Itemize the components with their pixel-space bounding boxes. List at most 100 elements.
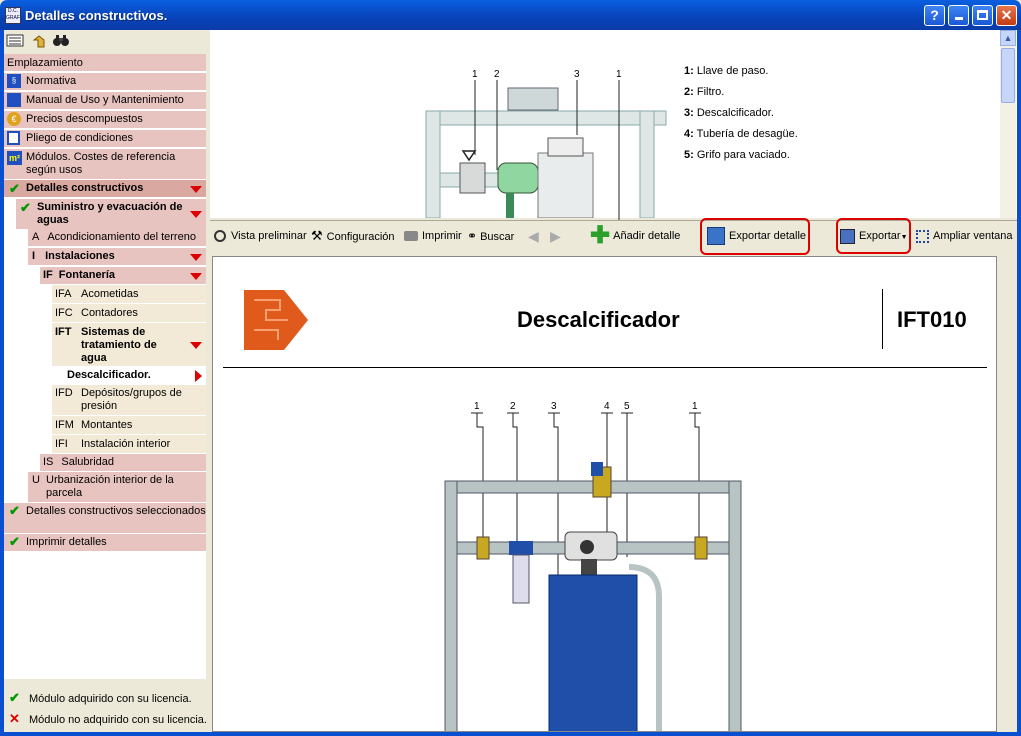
check-icon: ✔ — [9, 690, 20, 705]
tree-label: Salubridad — [61, 456, 114, 468]
tree-item-modulos[interactable]: Módulos. Costes de referencia según usos — [4, 149, 206, 179]
expand-icon — [916, 229, 929, 243]
preview-label: Vista preliminar — [231, 230, 307, 242]
check-icon: ✔ — [9, 503, 20, 518]
search-label: Buscar — [480, 231, 515, 243]
tree-item-emplazamiento[interactable]: Emplazamiento — [4, 54, 206, 71]
tree-item-precios[interactable]: Precios descompuestos — [4, 111, 206, 128]
settings-label: Configuración — [326, 231, 395, 243]
tree-code: A — [32, 231, 40, 243]
tree-item-instalaciones[interactable]: I Instalaciones — [28, 248, 206, 265]
thumb-callout: 1 — [472, 69, 478, 80]
tree-label: Emplazamiento — [7, 57, 83, 69]
window-frame-right — [1017, 30, 1021, 736]
window-title: Detalles constructivos. — [25, 8, 168, 23]
tree-item-ifd[interactable]: IFD Depósitos/grupos de presión — [52, 385, 206, 415]
document-title: Descalcificador — [517, 307, 680, 332]
preview-scrollbar[interactable]: ▲ — [1000, 30, 1016, 218]
tree-item-ifc[interactable]: IFC Contadores — [52, 304, 206, 322]
document-icon — [7, 131, 20, 145]
legend-item: 1: Llave de paso. — [684, 65, 768, 77]
tree-code: IFM — [55, 419, 74, 431]
tree-label: Acometidas — [81, 288, 139, 300]
tree-label: Normativa — [26, 75, 77, 87]
legend-text: Tubería de desagüe. — [696, 128, 798, 140]
expanded-arrow-icon[interactable] — [190, 342, 202, 349]
coin-icon: € — [7, 112, 21, 126]
tree-label: Depósitos/grupos de presión — [81, 387, 182, 412]
tree-item-a[interactable]: A Acondicionamiento del terreno — [28, 229, 206, 246]
expanded-arrow-icon[interactable] — [190, 273, 202, 280]
tree-code: U — [32, 474, 40, 486]
tree-item-normativa[interactable]: Normativa — [4, 73, 206, 90]
tree-label: Montantes — [81, 419, 133, 431]
tree-item-pliego[interactable]: Pliego de condiciones — [4, 130, 206, 147]
document-code: IFT010 — [897, 307, 967, 332]
up-level-icon[interactable] — [30, 33, 48, 49]
tree-item-descalcificador[interactable]: Descalcificador. — [64, 367, 206, 384]
export-detail-highlight — [700, 218, 810, 255]
add-detail-label: Añadir detalle — [613, 230, 681, 242]
tree-item-imprimir[interactable]: Imprimir detalles — [4, 534, 206, 551]
header-rule — [223, 367, 987, 368]
legend-num: 1: — [684, 65, 694, 77]
tree-label: Sistemas de tratamiento de agua — [81, 326, 157, 364]
tree-item-ifa[interactable]: IFA Acometidas — [52, 285, 206, 303]
preview-button[interactable]: Vista preliminar — [214, 221, 307, 251]
tree-item-suministro[interactable]: Suministro y evacuación de aguas — [16, 199, 206, 229]
tree-code: IFD — [55, 387, 73, 399]
tree-item-ift[interactable]: IFT Sistemas de tratamiento de agua — [52, 323, 206, 366]
tree-item-ifi[interactable]: IFI Instalación interior — [52, 435, 206, 453]
expanded-arrow-icon[interactable] — [190, 211, 202, 218]
settings-button[interactable]: ⚒ Configuración — [311, 221, 395, 251]
title-divider — [882, 289, 883, 349]
tree-code: IFT — [55, 326, 72, 338]
tree-label: Detalles constructivos — [26, 182, 144, 194]
print-label: Imprimir — [422, 230, 462, 242]
binoculars-icon[interactable] — [52, 33, 70, 49]
expanded-arrow-icon[interactable] — [190, 254, 202, 261]
manual-icon — [7, 93, 21, 107]
scroll-up-icon[interactable]: ▲ — [1000, 30, 1016, 46]
expand-window-button[interactable]: Ampliar ventana — [916, 221, 1013, 251]
legend-item: 3: Descalcificador. — [684, 107, 774, 119]
scroll-thumb[interactable] — [1001, 48, 1015, 103]
expanded-arrow-icon[interactable] — [190, 186, 202, 193]
search-button[interactable]: ⚭ Buscar — [467, 221, 514, 251]
magnifier-icon — [214, 230, 226, 243]
thumb-callout: 1 — [616, 69, 622, 80]
thumb-callout: 3 — [574, 69, 580, 80]
tree-code: IFI — [55, 438, 68, 450]
help-button[interactable]: ? — [924, 5, 945, 26]
tree-code: IFC — [55, 307, 73, 319]
tree-item-seleccionados[interactable]: Detalles constructivos seleccionados — [4, 503, 206, 533]
tree-label: Contadores — [81, 307, 138, 319]
tree-item-salubridad[interactable]: IS Salubridad — [40, 454, 206, 471]
tree-label: Urbanización interior de la parcela — [46, 474, 174, 499]
legend-item: 4: Tubería de desagüe. — [684, 128, 798, 140]
logo — [244, 290, 308, 350]
minimize-button[interactable] — [948, 5, 969, 26]
expand-label: Ampliar ventana — [933, 230, 1013, 242]
tree-item-urbanizacion[interactable]: U Urbanización interior de la parcela — [28, 472, 206, 502]
tree-label: Detalles constructivos seleccionados — [26, 505, 206, 517]
tree-item-manual[interactable]: Manual de Uso y Mantenimiento — [4, 92, 206, 109]
add-detail-button[interactable]: ✚ Añadir detalle — [590, 221, 680, 251]
back-arrow-icon[interactable]: ◀ — [528, 221, 539, 251]
maximize-button[interactable] — [972, 5, 993, 26]
close-button[interactable]: ✕ — [996, 5, 1017, 26]
tree-label: Imprimir detalles — [26, 536, 107, 548]
list-icon[interactable] — [6, 33, 24, 49]
tree-code: IS — [43, 456, 54, 468]
tree-item-ifm[interactable]: IFM Montantes — [52, 416, 206, 434]
tree-code: IFA — [55, 288, 72, 300]
legend-text: Descalcificador. — [696, 107, 774, 119]
legend-item: 5: Grifo para vaciado. — [684, 149, 790, 161]
tree-item-detalles[interactable]: Detalles constructivos — [4, 180, 206, 197]
print-button[interactable]: Imprimir — [404, 221, 462, 251]
forward-arrow-icon[interactable]: ▶ — [550, 221, 561, 251]
app-icon: D.C. GRAF — [5, 7, 21, 24]
tree-item-fontaneria[interactable]: IF Fontanería — [40, 267, 206, 284]
tree-label: Manual de Uso y Mantenimiento — [26, 94, 184, 106]
tree-label: Módulos. Costes de referencia según usos — [26, 151, 176, 176]
